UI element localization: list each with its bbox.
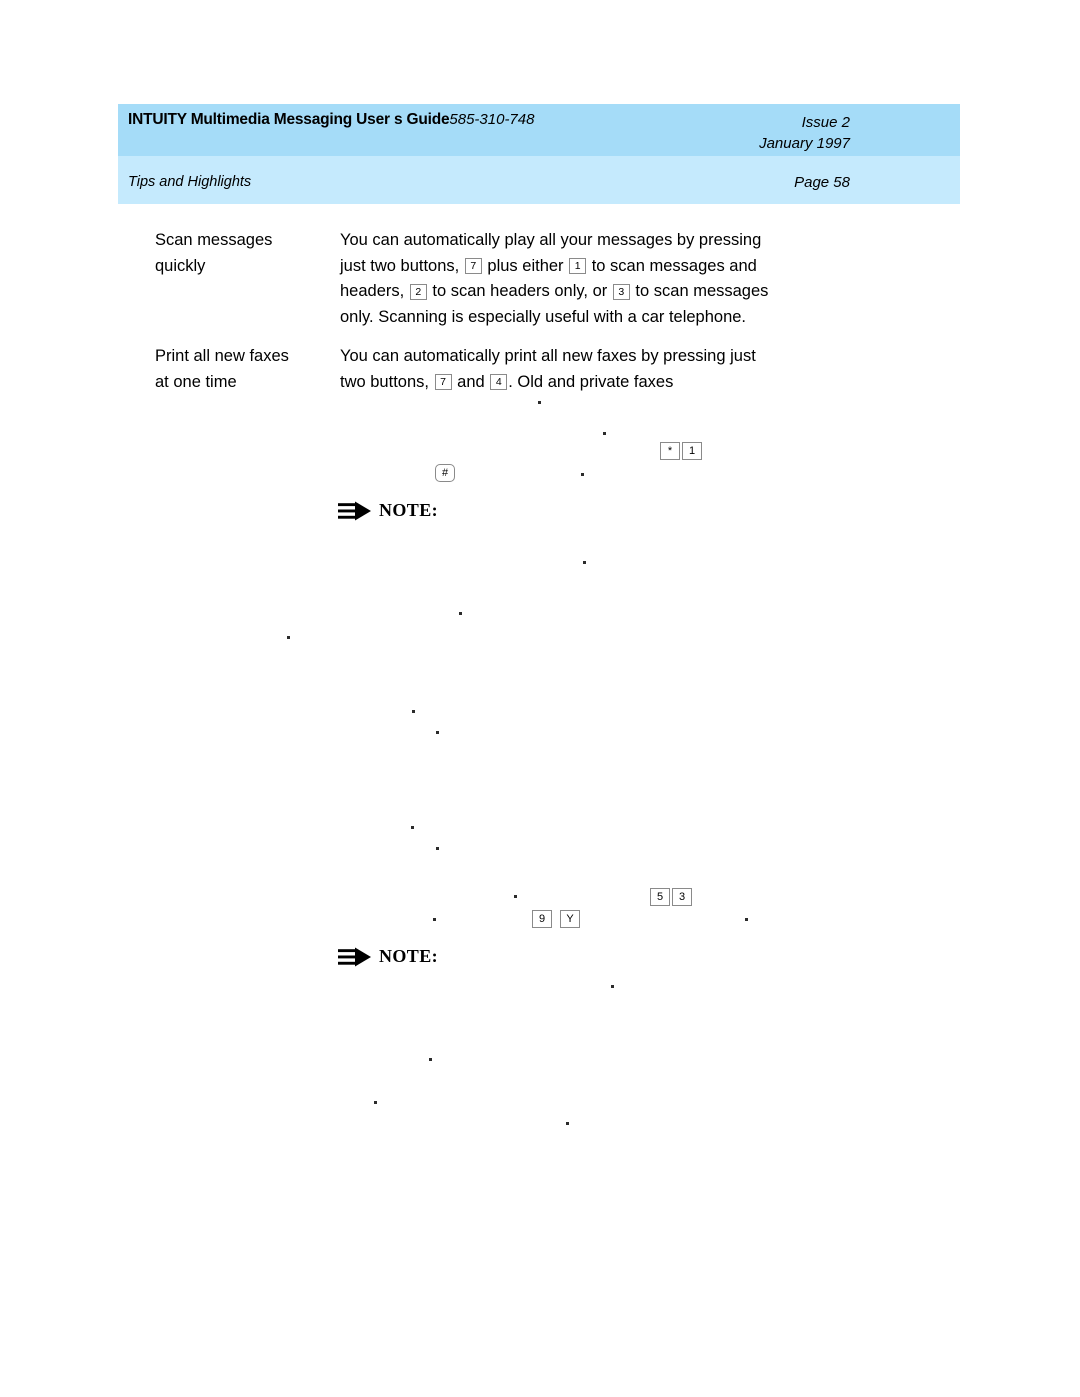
note-label: NOTE: (379, 946, 439, 966)
keypad-key-2: 2 (409, 283, 427, 300)
tip-definition: You can automatically play all your mess… (340, 231, 769, 326)
orphan-period-mark (566, 1122, 569, 1125)
issue-number: Issue 2 (801, 114, 850, 131)
orphan-period-mark (436, 731, 439, 734)
tip-term: Print all new faxes at one time (155, 344, 340, 395)
orphan-period-mark (603, 432, 606, 435)
keypad-key-*: * (659, 442, 681, 461)
keypad-key-glyph: # (435, 464, 455, 482)
keypad-key-3: 3 (612, 283, 630, 300)
keypad-key-glyph: 9 (532, 910, 552, 928)
issue-date: January 1997 (759, 135, 850, 152)
keypad-key-1: 1 (681, 442, 703, 461)
keypad-key-3: 3 (671, 888, 693, 907)
page-header: INTUITY Multimedia Messaging User s Guid… (118, 104, 960, 204)
orphan-period-mark (374, 1101, 377, 1104)
tip-entry: Scan messages quickly You can automatica… (155, 228, 770, 330)
tip-term-line: at one time (155, 372, 237, 391)
tip-term-line: Print all new faxes (155, 347, 289, 365)
keypad-key-glyph: 3 (672, 888, 692, 906)
tip-term: Scan messages quickly (155, 228, 340, 330)
keypad-key-glyph: Y (560, 910, 580, 928)
keypad-key-5: 5 (649, 888, 671, 907)
header-band-primary: INTUITY Multimedia Messaging User s Guid… (118, 104, 960, 156)
issue-info: Issue 2 January 1997 (759, 112, 850, 154)
orphan-period-mark (538, 401, 541, 404)
orphan-period-mark (745, 918, 748, 921)
keypad-key-glyph: 5 (650, 888, 670, 906)
page-number: Page 58 (794, 174, 850, 191)
orphan-period-mark (287, 636, 290, 639)
keypad-key-4: 4 (490, 374, 508, 390)
orphan-period-mark (429, 1058, 432, 1061)
keypad-key-7: 7 (434, 374, 452, 390)
orphan-period-mark (583, 561, 586, 564)
section-title: Tips and Highlights (128, 174, 252, 190)
tip-entry: Print all new faxes at one time You can … (155, 344, 770, 395)
tip-definition: You can automatically print all new faxe… (340, 347, 756, 391)
keypad-key-7: 7 (464, 258, 482, 274)
keypad-key-#: # (434, 464, 456, 483)
note-arrow-icon (338, 947, 372, 967)
orphan-period-mark (611, 985, 614, 988)
document-title: INTUITY Multimedia Messaging User s Guid… (128, 111, 534, 129)
note-arrow-icon (338, 501, 372, 521)
keypad-key-Y: Y (559, 910, 581, 929)
keypad-key-9: 9 (531, 910, 553, 929)
document-page: INTUITY Multimedia Messaging User s Guid… (0, 0, 1080, 1397)
header-band-secondary: Tips and Highlights Page 58 (118, 156, 960, 204)
document-title-text: INTUITY Multimedia Messaging User s Guid… (128, 111, 450, 128)
note-block: NOTE: (338, 946, 438, 967)
orphan-period-mark (459, 612, 462, 615)
orphan-period-mark (581, 473, 584, 476)
document-number: 585-310-748 (449, 111, 535, 128)
orphan-period-mark (412, 710, 415, 713)
keypad-key-1: 1 (569, 258, 587, 274)
orphan-period-mark (514, 895, 517, 898)
orphan-period-mark (411, 826, 414, 829)
keypad-key-glyph: 1 (682, 442, 702, 460)
orphan-period-mark (436, 847, 439, 850)
tip-term-line: Scan messages (155, 231, 273, 249)
orphan-period-mark (433, 918, 436, 921)
note-block: NOTE: (338, 500, 438, 521)
note-label: NOTE: (379, 500, 439, 520)
keypad-key-glyph: * (660, 442, 680, 460)
tip-term-line: quickly (155, 256, 206, 275)
